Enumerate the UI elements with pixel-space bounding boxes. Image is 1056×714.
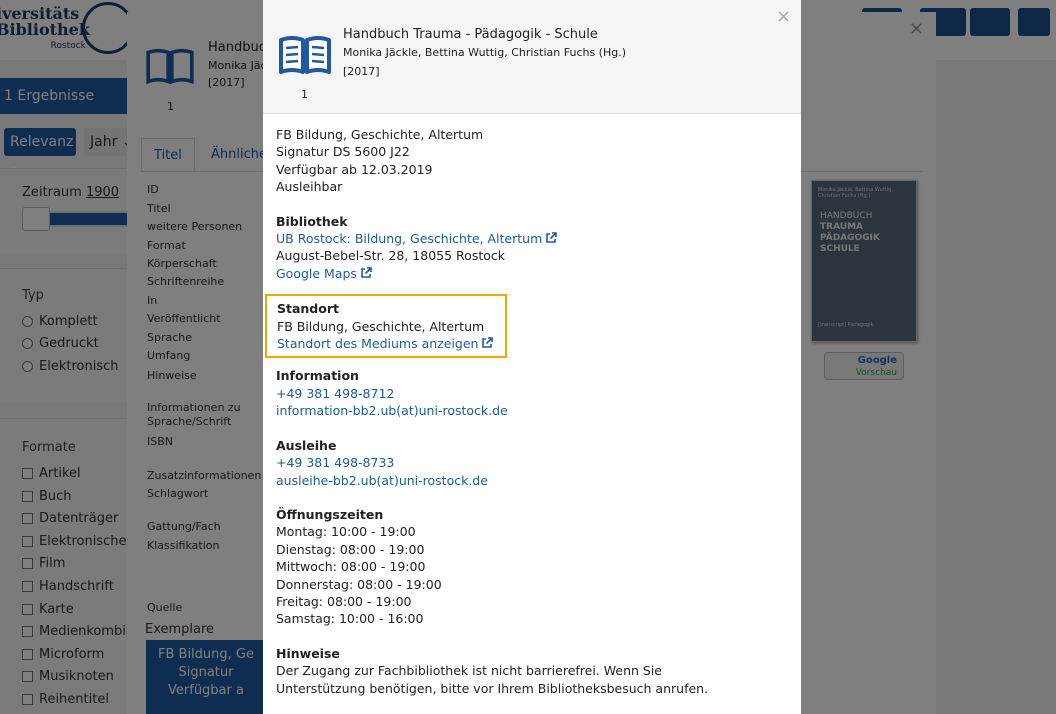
information-heading: Information	[276, 368, 359, 384]
external-link-icon	[482, 337, 494, 348]
modal-body: FB Bildung, Geschichte, Altertum Signatu…	[265, 126, 786, 697]
opening-hours-day: Dienstag: 08:00 - 19:00	[276, 541, 425, 557]
opening-hours-heading: Öffnungszeiten	[276, 506, 384, 522]
google-maps-label: Google Maps	[276, 265, 357, 281]
holding-loan-status: Ausleihbar	[276, 179, 343, 195]
standort-heading: Standort	[277, 301, 339, 317]
book-icon	[279, 36, 331, 74]
opening-hours-day: Freitag: 08:00 - 19:00	[276, 593, 412, 609]
external-link-icon	[361, 267, 372, 278]
show-location-link[interactable]: Standort des Mediums anzeigen	[277, 336, 494, 352]
ausleihe-phone-link[interactable]: +49 381 498-8733	[276, 455, 394, 470]
opening-hours-day: Donnerstag: 08:00 - 19:00	[276, 576, 442, 592]
external-link-icon	[546, 232, 558, 243]
library-link-label: UB Rostock: Bildung, Geschichte, Altertu…	[276, 231, 543, 247]
standort-value: FB Bildung, Geschichte, Altertum	[277, 318, 485, 334]
information-phone-link[interactable]: +49 381 498-8712	[276, 386, 394, 401]
information-email-link[interactable]: information-bb2.ub(at)uni-rostock.de	[276, 403, 508, 418]
ausleihe-email-link[interactable]: ausleihe-bb2.ub(at)uni-rostock.de	[276, 473, 488, 488]
holding-location: FB Bildung, Geschichte, Altertum	[276, 127, 484, 142]
opening-hours-day: Samstag: 10:00 - 16:00	[276, 611, 424, 627]
opening-hours-day: Montag: 10:00 - 19:00	[276, 524, 416, 540]
standort-highlight: Standort FB Bildung, Geschichte, Altertu…	[265, 294, 507, 359]
hinweise-heading: Hinweise	[276, 645, 340, 661]
opening-hours-day: Mittwoch: 08:00 - 19:00	[276, 559, 426, 575]
library-link[interactable]: UB Rostock: Bildung, Geschichte, Altertu…	[276, 231, 558, 247]
holding-signatur: Signatur DS 5600 J22	[276, 144, 410, 160]
hinweise-text: Der Zugang zur Fachbibliothek ist nicht …	[276, 663, 709, 696]
modal-year: [2017]	[343, 65, 380, 78]
show-location-label: Standort des Mediums anzeigen	[277, 336, 479, 352]
modal-header: 1 Handbuch Trauma - Pädagogik - Schule M…	[263, 0, 801, 114]
availability-modal: 1 Handbuch Trauma - Pädagogik - Schule M…	[263, 0, 801, 714]
close-icon[interactable]: ×	[776, 6, 791, 27]
bibliothek-heading: Bibliothek	[276, 213, 348, 229]
google-maps-link[interactable]: Google Maps	[276, 266, 372, 281]
item-count: 1	[301, 88, 308, 101]
library-address: August-Bebel-Str. 28, 18055 Rostock	[276, 248, 505, 264]
holding-available-from: Verfügbar ab 12.03.2019	[276, 161, 433, 177]
ausleihe-heading: Ausleihe	[276, 437, 337, 453]
modal-title: Handbuch Trauma - Pädagogik - Schule	[343, 27, 598, 42]
modal-authors: Monika Jäckle, Bettina Wuttig, Christian…	[343, 46, 627, 59]
